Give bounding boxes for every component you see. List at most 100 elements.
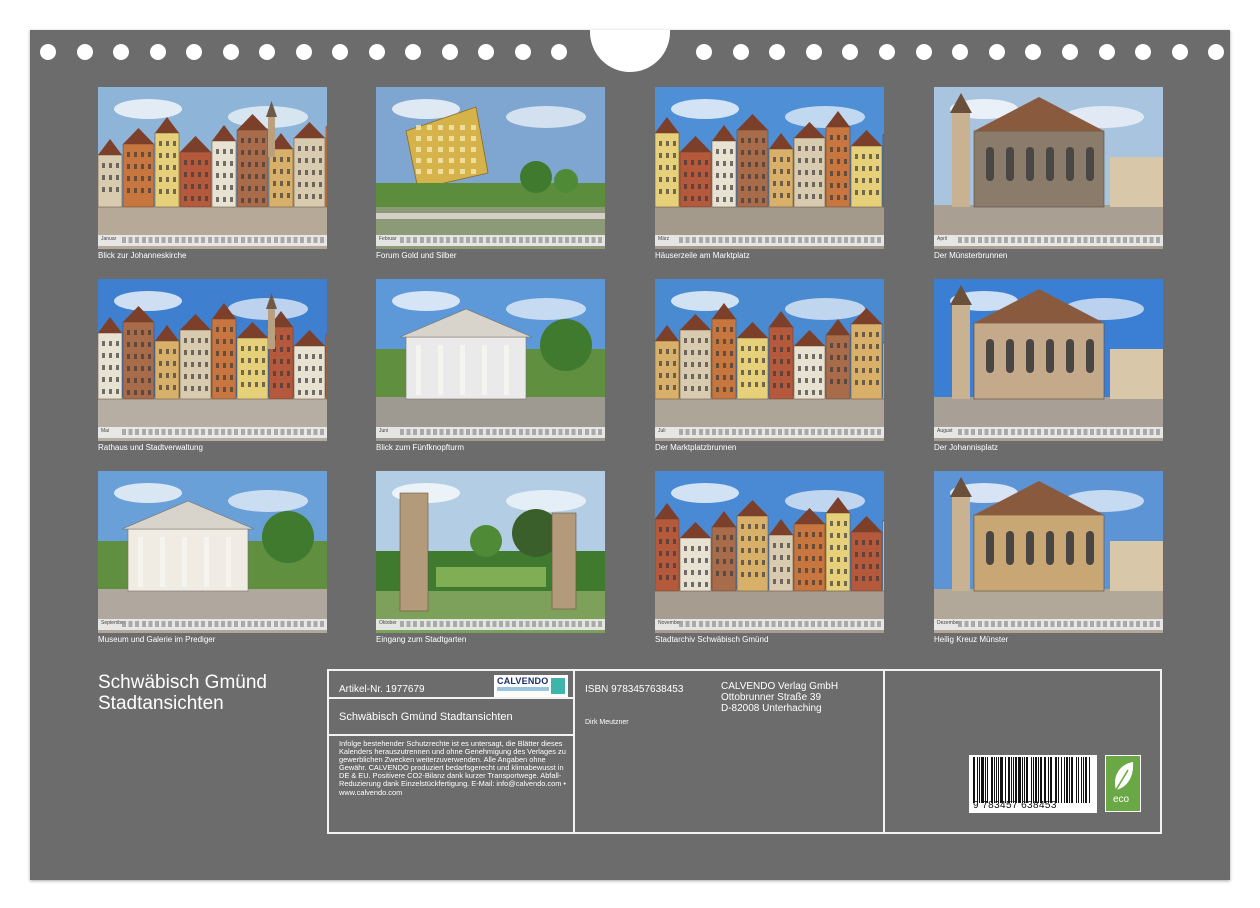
day-cells <box>958 429 1160 435</box>
calendar-day-strip: Januar <box>98 235 327 246</box>
barcode-bar <box>1008 757 1010 803</box>
day-cells <box>679 237 881 243</box>
calendar-day-strip: Oktober <box>376 619 605 630</box>
barcode-bar <box>1024 757 1026 803</box>
calendar-day-strip: Dezember <box>934 619 1163 630</box>
binding-hole <box>295 44 312 60</box>
binding-hole <box>915 44 932 60</box>
day-cells <box>122 237 324 243</box>
binding-hole <box>551 44 567 60</box>
photo-scene <box>98 279 327 441</box>
barcode-bar <box>1044 757 1046 803</box>
binding-hole <box>696 44 712 60</box>
binding-hole <box>732 44 749 60</box>
binding-hole <box>988 44 1005 60</box>
publisher-address: CALVENDO Verlag GmbH Ottobrunner Straße … <box>721 681 838 714</box>
photo-caption: Häuserzeile am Marktplatz <box>655 251 750 260</box>
calendar-title: Schwäbisch Gmünd Stadtansichten <box>98 672 267 714</box>
barcode-bar <box>1000 757 1003 803</box>
binding-hole <box>186 44 202 60</box>
photo-scene <box>376 87 605 249</box>
barcode-bar <box>1004 757 1006 803</box>
calendar-back-cover: Januar Blick zur Johanneskirche Februar For… <box>30 30 1230 880</box>
barcode-bar <box>986 757 989 803</box>
month-photo: November <box>655 471 884 633</box>
calendar-day-strip: Juli <box>655 427 884 438</box>
month-photo: Januar <box>98 87 327 249</box>
barcode-bar <box>1047 757 1049 803</box>
day-cells <box>958 621 1160 627</box>
calendar-subtitle: Schwäbisch Gmünd Stadtansichten <box>339 711 513 723</box>
month-photo: Mai <box>98 279 327 441</box>
barcode-bar <box>973 757 975 803</box>
day-cells <box>122 429 324 435</box>
barcode: 9 783457 638453 <box>969 755 1097 813</box>
logo-mark-icon <box>551 678 565 694</box>
divider <box>329 697 575 699</box>
photo-caption: Forum Gold und Silber <box>376 251 457 260</box>
barcode-bar <box>1069 757 1071 803</box>
month-photo: Dezember <box>934 471 1163 633</box>
photo-caption: Der Johannisplatz <box>934 443 999 452</box>
binding-hole <box>805 44 822 60</box>
divider <box>573 671 575 832</box>
publisher-line: D-82008 Unterhaching <box>721 703 822 714</box>
day-cells <box>400 429 602 435</box>
day-cells <box>958 237 1160 243</box>
photo-scene <box>376 279 605 441</box>
barcode-bar <box>1033 757 1035 803</box>
logo-stripe <box>497 687 549 691</box>
photo-caption: Stadtarchiv Schwäbisch Gmünd <box>655 635 769 644</box>
barcode-bar <box>1039 757 1043 803</box>
publisher-line: CALVENDO Verlag GmbH <box>721 681 839 692</box>
barcode-bar <box>1089 757 1090 803</box>
month-name: Mai <box>101 428 110 434</box>
barcode-bar <box>1057 757 1060 803</box>
month-name: Januar <box>101 236 117 242</box>
photo-scene <box>934 87 1163 249</box>
binding-hole <box>222 44 239 60</box>
month-photo: März <box>655 87 884 249</box>
eco-leaf-icon: eco <box>1106 756 1140 811</box>
binding-hole <box>149 44 166 60</box>
month-name: Oktober <box>379 620 397 626</box>
barcode-bar <box>1015 757 1018 803</box>
barcode-bar <box>976 757 978 803</box>
calendar-day-strip: November <box>655 619 884 630</box>
barcode-bars <box>973 757 1093 803</box>
barcode-bar <box>1084 757 1088 803</box>
calendar-day-strip: April <box>934 235 1163 246</box>
calendar-day-strip: August <box>934 427 1163 438</box>
month-name: Juni <box>379 428 389 434</box>
barcode-bar <box>1063 757 1065 803</box>
barcode-bar <box>1018 757 1021 803</box>
binding-hole <box>76 44 93 60</box>
day-cells <box>400 237 602 243</box>
photo-caption: Der Münsterbrunnen <box>934 251 1008 260</box>
binding-hole <box>842 44 859 60</box>
publisher-line: Ottobrunner Straße 39 <box>721 692 822 703</box>
month-photo: Juli <box>655 279 884 441</box>
barcode-bar <box>1049 757 1051 803</box>
calendar-day-strip: Juni <box>376 427 605 438</box>
photo-scene <box>655 279 884 441</box>
divider <box>329 734 575 736</box>
calendar-title-line2: Stadtansichten <box>98 693 224 714</box>
info-panel: Artikel-Nr. 1977679 CALVENDO Schwäbisch … <box>327 669 1162 834</box>
binding-hole <box>40 44 56 60</box>
month-name: April <box>937 236 948 242</box>
month-photo: Oktober <box>376 471 605 633</box>
month-photo: September <box>98 471 327 633</box>
photo-scene <box>98 471 327 633</box>
barcode-bar <box>1082 757 1084 803</box>
month-photo: April <box>934 87 1163 249</box>
month-name: März <box>658 236 670 242</box>
barcode-bar <box>1010 757 1012 803</box>
binding-hole <box>1135 44 1152 60</box>
binding-hole <box>113 44 129 60</box>
month-name: Juli <box>658 428 666 434</box>
calendar-day-strip: Mai <box>98 427 327 438</box>
binding-hole <box>769 44 786 60</box>
photo-scene <box>376 471 605 633</box>
month-name: August <box>937 428 953 434</box>
